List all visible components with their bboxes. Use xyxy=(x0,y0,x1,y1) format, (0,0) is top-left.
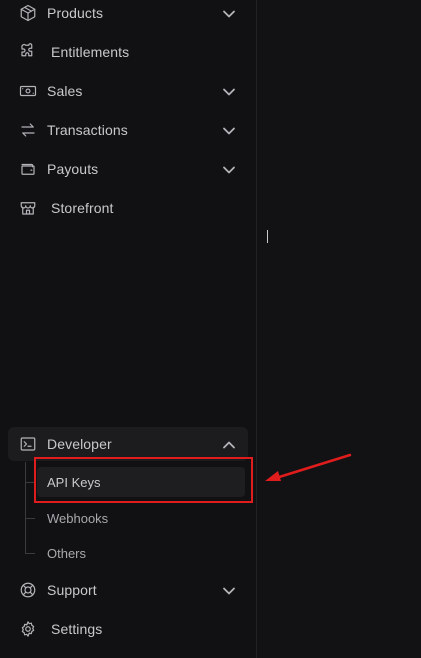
lifebuoy-icon xyxy=(18,581,38,599)
box-icon xyxy=(18,4,38,22)
sidebar-item-label: Support xyxy=(47,582,97,598)
cash-icon xyxy=(18,82,38,100)
sidebar: Products Entitlements Sales Transactions xyxy=(0,0,257,658)
puzzle-icon xyxy=(18,43,38,61)
chevron-down-icon[interactable] xyxy=(222,7,236,19)
wallet-icon xyxy=(18,160,38,178)
store-icon xyxy=(18,199,38,217)
chevron-down-icon[interactable] xyxy=(222,124,236,136)
sidebar-item-payouts[interactable]: Payouts xyxy=(8,152,248,186)
sidebar-item-settings[interactable]: Settings xyxy=(8,612,248,646)
sidebar-item-label: Settings xyxy=(51,621,103,637)
sidebar-item-label: Products xyxy=(47,5,104,21)
chevron-down-icon[interactable] xyxy=(222,584,236,596)
sidebar-item-label: Entitlements xyxy=(51,44,130,60)
sidebar-item-products[interactable]: Products xyxy=(8,0,248,30)
sidebar-subitem-webhooks[interactable]: Webhooks xyxy=(37,503,245,533)
arrows-swap-icon xyxy=(18,121,38,139)
chevron-up-icon[interactable] xyxy=(222,438,236,450)
sidebar-item-support[interactable]: Support xyxy=(8,573,248,607)
tree-guide-line xyxy=(25,462,26,554)
chevron-down-icon[interactable] xyxy=(222,85,236,97)
tree-guide-tick xyxy=(25,553,35,554)
sidebar-item-transactions[interactable]: Transactions xyxy=(8,113,248,147)
text-cursor xyxy=(267,230,268,243)
annotation-highlight-box xyxy=(34,457,253,503)
sidebar-item-developer[interactable]: Developer xyxy=(8,427,248,461)
main-content xyxy=(258,0,421,658)
sidebar-item-label: Developer xyxy=(47,436,112,452)
sidebar-subitem-others[interactable]: Others xyxy=(37,538,245,568)
sidebar-item-sales[interactable]: Sales xyxy=(8,74,248,108)
sidebar-item-entitlements[interactable]: Entitlements xyxy=(8,35,248,69)
sidebar-subitem-label: Others xyxy=(47,545,87,561)
tree-guide-tick xyxy=(25,518,35,519)
sidebar-item-label: Storefront xyxy=(51,200,114,216)
terminal-icon xyxy=(18,435,38,453)
gear-icon xyxy=(18,620,38,638)
sidebar-item-label: Sales xyxy=(47,83,83,99)
sidebar-item-storefront[interactable]: Storefront xyxy=(8,191,248,225)
annotation-arrow xyxy=(265,453,352,481)
sidebar-item-label: Payouts xyxy=(47,161,99,177)
chevron-down-icon[interactable] xyxy=(222,163,236,175)
sidebar-item-label: Transactions xyxy=(47,122,128,138)
sidebar-subitem-label: Webhooks xyxy=(47,510,109,526)
